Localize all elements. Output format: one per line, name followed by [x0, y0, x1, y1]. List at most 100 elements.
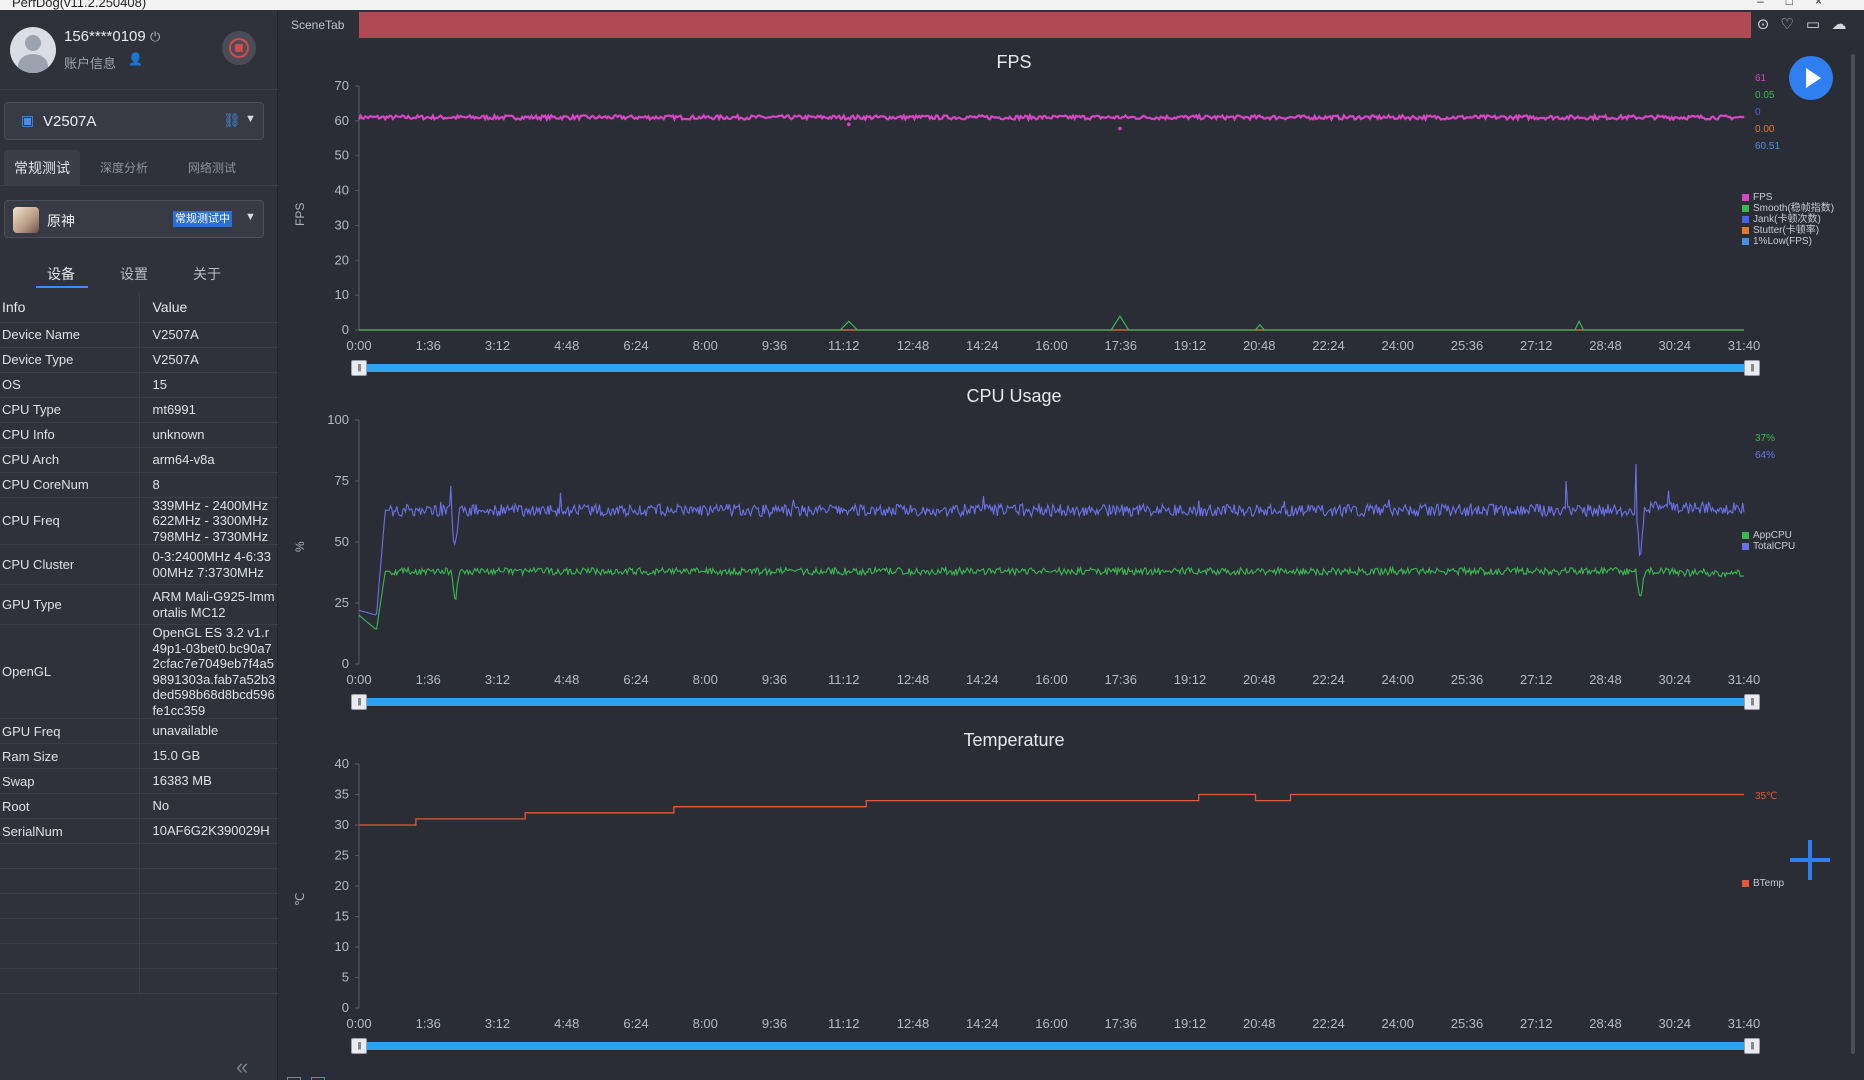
current-values: 37% 64%	[1755, 430, 1775, 464]
x-tick-label: 6:24	[623, 672, 648, 687]
tab-network-test[interactable]: 网络测试	[174, 150, 250, 186]
info-key: GPU Freq	[0, 718, 140, 744]
avatar[interactable]	[10, 27, 56, 73]
legend-item[interactable]: Smooth(稳帧指数)	[1742, 203, 1834, 214]
chevron-down-icon[interactable]: ▼	[245, 211, 256, 223]
x-tick-label: 11:12	[828, 672, 860, 687]
x-tick-label: 1:36	[416, 338, 441, 353]
account-settings-icon[interactable]: 👤	[128, 52, 143, 66]
legend-item[interactable]: Jank(卡顿次数)	[1742, 214, 1834, 225]
range-end-handle[interactable]: |||	[1744, 360, 1760, 376]
current-value: 37%	[1755, 433, 1776, 444]
device-select[interactable]: ▣ V2507A ⛓ ▼	[4, 102, 264, 140]
range-start-handle[interactable]: |||	[351, 1038, 367, 1054]
vertical-scrollbar[interactable]	[1848, 44, 1858, 1064]
folder-icon[interactable]: ▭	[1803, 14, 1823, 36]
chart-plot[interactable]: 0 10 20 30 40 50 60 70 0:00 1:36 3:12 4:48 6:24 8:00 9…	[279, 44, 1761, 364]
x-tick-label: 8:00	[693, 338, 718, 353]
info-value: unavailable	[139, 718, 278, 744]
play-button[interactable]	[1789, 56, 1833, 100]
app-name: 原神	[47, 213, 75, 229]
cloud-icon[interactable]: ☁	[1829, 14, 1849, 36]
x-tick-label: 27:12	[1520, 672, 1553, 687]
legend-item[interactable]: 1%Low(FPS)	[1742, 236, 1834, 247]
current-value: 0.05	[1755, 90, 1775, 101]
chart-panel-1: CPU Usage% 0 25 50 75 100 0:00 1:36 3:12 4:48 6:24…	[279, 378, 1839, 710]
time-range-slider[interactable]: ||| |||	[351, 1038, 1760, 1054]
usb-link-icon[interactable]: ⛓	[223, 112, 241, 129]
chart-plot[interactable]: 0 25 50 75 100 0:00 1:36 3:12 4:48 6:24 8:00 9:36 11…	[279, 378, 1760, 698]
table-row: CPU Info unknown	[0, 422, 278, 448]
window-controls[interactable]: –□×	[1757, 0, 1844, 8]
account-info-link[interactable]: 账户信息	[64, 53, 116, 72]
sub-tabs: 设备 设置 关于	[0, 256, 278, 290]
legend-item[interactable]: AppCPU	[1742, 530, 1795, 541]
table-row: Device Type V2507A	[0, 347, 278, 373]
sidebar: 156****0109 ⏻ 账户信息 👤 ▣ V2507A ⛓ ▼ 常规测试 深…	[0, 10, 278, 1080]
legend-item[interactable]: FPS	[1742, 192, 1834, 203]
x-tick-label: 8:00	[693, 672, 718, 687]
app-select[interactable]: 原神 常规测试中 ▼	[4, 200, 264, 238]
active-tab-indicator	[36, 286, 88, 288]
x-tick-label: 31:40	[1728, 1016, 1761, 1031]
power-icon[interactable]: ⏻	[150, 29, 160, 45]
table-row: Ram Size 15.0 GB	[0, 743, 278, 769]
table-row: GPU Freq unavailable	[0, 718, 278, 744]
tab-settings[interactable]: 设置	[120, 264, 148, 284]
scene-tab-label[interactable]: SceneTab	[291, 18, 344, 32]
legend-item[interactable]: BTemp	[1742, 878, 1784, 889]
info-value: ARM Mali-G925-Immortalis MC12	[139, 584, 278, 625]
chart-plot[interactable]: 0 5 10 15 20 25 30 35 40 0:00 1:36 3:12 4:48 6:24 8:00…	[279, 722, 1761, 1042]
info-value: arm64-v8a	[139, 447, 278, 473]
x-tick-label: 16:00	[1035, 672, 1068, 687]
current-value: 0.00	[1755, 124, 1775, 135]
tab-normal-test[interactable]: 常规测试	[4, 150, 80, 186]
range-start-handle[interactable]: |||	[351, 360, 367, 376]
bottom-toolbar	[287, 1074, 347, 1080]
empty-table-row	[0, 968, 278, 994]
x-tick-label: 16:00	[1035, 1016, 1068, 1031]
x-tick-label: 27:12	[1520, 1016, 1553, 1031]
time-range-slider[interactable]: ||| |||	[351, 694, 1760, 710]
x-tick-label: 20:48	[1243, 1016, 1276, 1031]
time-range-slider[interactable]: ||| |||	[351, 360, 1760, 376]
legend-item[interactable]: TotalCPU	[1742, 541, 1795, 552]
table-header-row: Info Value	[0, 293, 278, 323]
chevron-down-icon[interactable]: ▼	[245, 113, 256, 125]
table-row: OS 15	[0, 372, 278, 398]
x-tick-label: 28:48	[1589, 1016, 1622, 1031]
info-value: 10AF6G2K390029H	[139, 818, 278, 844]
chart-panel-0: FPS FPS 0 10 20 30 40 50 60 70 0:00 1:36 3:12 4:48 6:2…	[279, 44, 1839, 376]
x-tick-label: 9:36	[762, 672, 787, 687]
y-tick-label: 25	[335, 848, 349, 863]
x-tick-label: 27:12	[1520, 338, 1553, 353]
x-tick-label: 19:12	[1174, 338, 1207, 353]
legend-label: Jank(卡顿次数)	[1753, 214, 1821, 225]
range-start-handle[interactable]: |||	[351, 694, 367, 710]
info-value: 15.0 GB	[139, 743, 278, 769]
location-pin-icon[interactable]: ⊙	[1753, 14, 1773, 36]
tab-device[interactable]: 设备	[47, 264, 75, 284]
y-tick-label: 30	[335, 817, 349, 832]
tab-deep-analysis[interactable]: 深度分析	[86, 150, 162, 186]
x-tick-label: 0:00	[346, 672, 371, 687]
scene-timeline-strip[interactable]	[359, 12, 1751, 38]
collapse-sidebar-icon[interactable]: «	[236, 1056, 248, 1078]
legend-item[interactable]: Stutter(卡顿率)	[1742, 225, 1834, 236]
info-value: V2507A	[139, 322, 278, 348]
range-end-handle[interactable]: |||	[1744, 694, 1760, 710]
x-tick-label: 12:48	[897, 338, 930, 353]
mode-tabs: 常规测试 深度分析 网络测试	[0, 150, 278, 186]
x-tick-label: 1:36	[416, 1016, 441, 1031]
add-chart-button[interactable]	[1788, 838, 1832, 882]
y-tick-label: 20	[335, 878, 349, 893]
tab-about[interactable]: 关于	[193, 264, 221, 284]
empty-table-row	[0, 943, 278, 969]
info-key: Swap	[0, 768, 140, 794]
header-value: Value	[139, 293, 278, 323]
marker-icon[interactable]: ♡	[1777, 14, 1797, 36]
x-tick-label: 3:12	[485, 672, 510, 687]
x-tick-label: 16:00	[1035, 338, 1068, 353]
stop-record-button[interactable]	[222, 31, 256, 65]
range-end-handle[interactable]: |||	[1744, 1038, 1760, 1054]
